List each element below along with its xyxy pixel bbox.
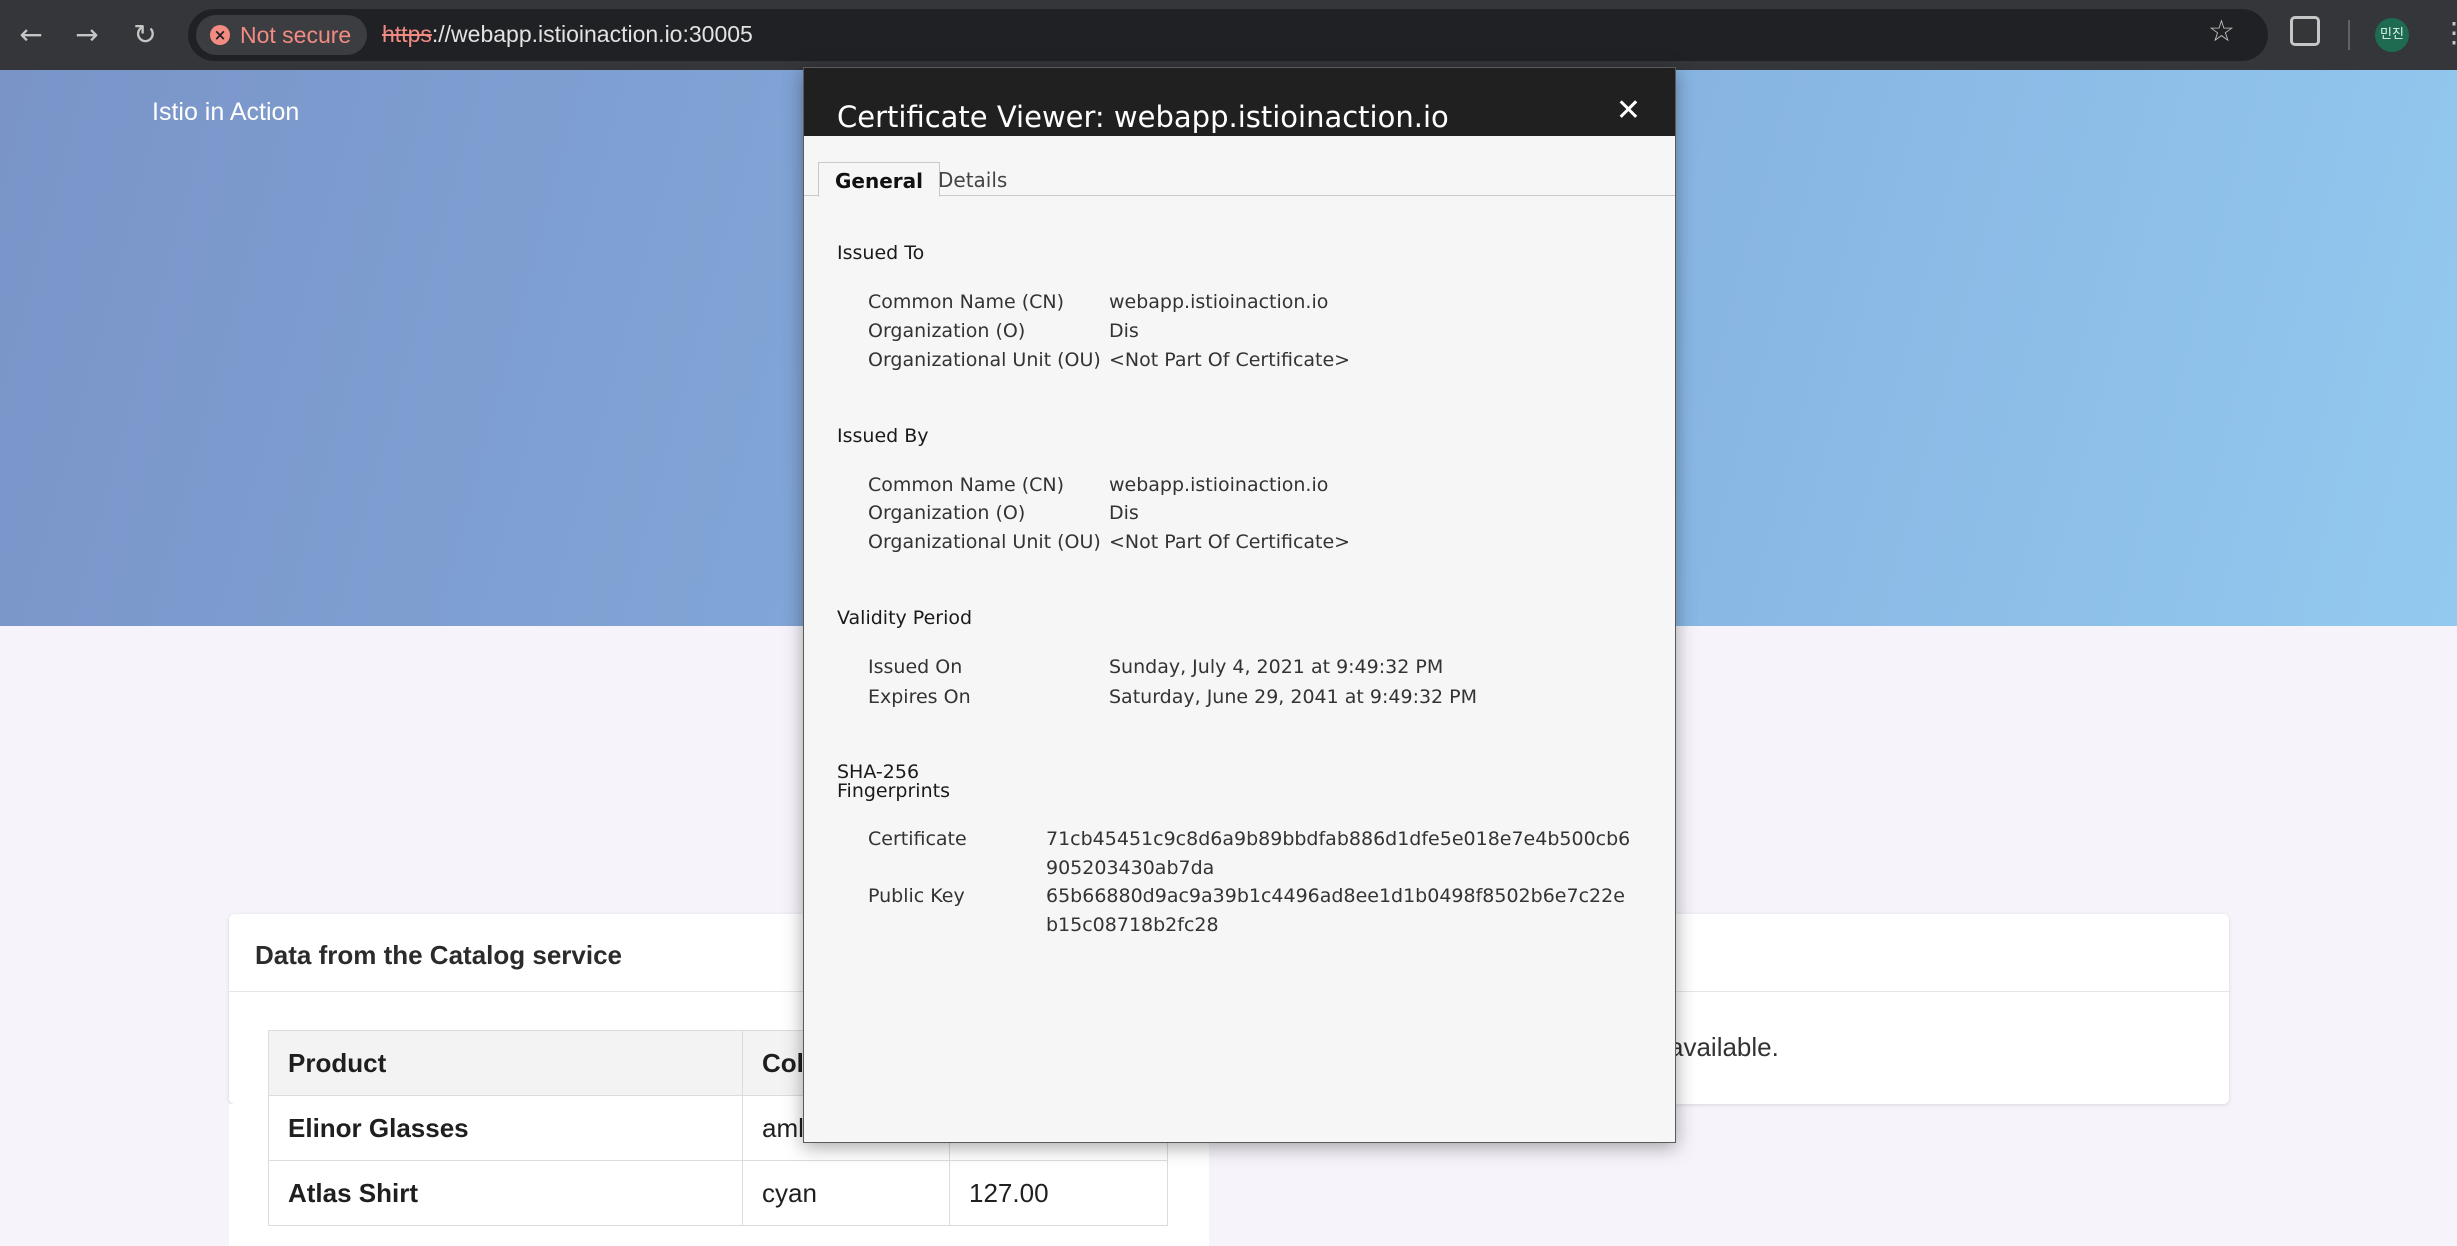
header-product: Product [268, 1030, 743, 1096]
toolbar-divider [2348, 20, 2350, 50]
field-label: Public Key [868, 885, 965, 907]
field-value: <Not Part Of Certificate> [1109, 349, 1351, 371]
field-label: Common Name (CN) [868, 474, 1065, 496]
certificate-viewer-dialog: Certificate Viewer: webapp.istioinaction… [803, 67, 1676, 1143]
card-note-text: available. [1669, 1032, 1779, 1062]
issued-by-heading: Issued By [837, 425, 929, 447]
field-label: Issued On [868, 656, 963, 678]
reload-icon[interactable]: ↻ [126, 16, 164, 54]
url-host: ://webapp.istioinaction.io:30005 [431, 21, 753, 47]
field-value: Dis [1109, 502, 1139, 524]
validity-heading: Validity Period [837, 607, 973, 629]
dialog-tabs: General Details [804, 136, 1675, 197]
fingerprint-value[interactable]: 71cb45451c9c8d6a9b89bbdfab886d1dfe5e018e… [1046, 825, 1636, 883]
back-arrow-icon[interactable]: ← [12, 16, 50, 54]
cell-product: Atlas Shirt [268, 1160, 743, 1226]
field-label: Certificate [868, 828, 967, 850]
field-value: Saturday, June 29, 2041 at 9:49:32 PM [1109, 686, 1478, 708]
field-value: <Not Part Of Certificate> [1109, 531, 1351, 553]
profile-avatar[interactable]: 민진 [2375, 18, 2409, 52]
field-value: Dis [1109, 320, 1139, 342]
field-label: Organization (O) [868, 320, 1026, 342]
field-label: Common Name (CN) [868, 291, 1065, 313]
cell-product: Elinor Glasses [268, 1095, 743, 1161]
field-label: Expires On [868, 686, 971, 708]
cell-color: cyan [742, 1160, 950, 1226]
cell-price: 127.00 [949, 1160, 1168, 1226]
url-scheme: https [382, 21, 432, 47]
field-label: Organizational Unit (OU) [868, 531, 1101, 553]
field-label: Organizational Unit (OU) [868, 349, 1101, 371]
url-text[interactable]: https://webapp.istioinaction.io:30005 [382, 21, 753, 48]
security-chip[interactable]: × Not secure [196, 15, 368, 55]
fingerprints-heading-line2: Fingerprints [837, 780, 950, 802]
menu-dots-icon[interactable]: ⋮ [2440, 16, 2457, 49]
table-row: Atlas Shirt cyan 127.00 [268, 1160, 1168, 1226]
fingerprint-value[interactable]: 65b66880d9ac9a39b1c4496ad8ee1d1b0498f850… [1046, 882, 1636, 940]
field-value: webapp.istioinaction.io [1109, 474, 1329, 496]
tab-details[interactable]: Details [922, 162, 1023, 197]
address-bar[interactable]: × Not secure https://webapp.istioinactio… [188, 9, 2268, 61]
bookmark-star-icon[interactable]: ☆ [2208, 14, 2235, 49]
field-value: webapp.istioinaction.io [1109, 291, 1329, 313]
site-brand[interactable]: Istio in Action [152, 98, 299, 127]
warning-icon: × [210, 25, 230, 45]
browser-toolbar: ← → ↻ × Not secure https://webapp.istioi… [0, 0, 2457, 70]
dialog-title: Certificate Viewer: webapp.istioinaction… [837, 100, 1449, 134]
field-value: Sunday, July 4, 2021 at 9:49:32 PM [1109, 656, 1444, 678]
extensions-icon[interactable] [2290, 16, 2320, 46]
issued-to-heading: Issued To [837, 242, 925, 264]
close-icon[interactable]: ✕ [1616, 96, 1641, 126]
forward-arrow-icon[interactable]: → [68, 16, 106, 54]
field-label: Organization (O) [868, 502, 1026, 524]
security-chip-label: Not secure [240, 21, 352, 48]
dialog-titlebar[interactable]: Certificate Viewer: webapp.istioinaction… [804, 68, 1675, 136]
